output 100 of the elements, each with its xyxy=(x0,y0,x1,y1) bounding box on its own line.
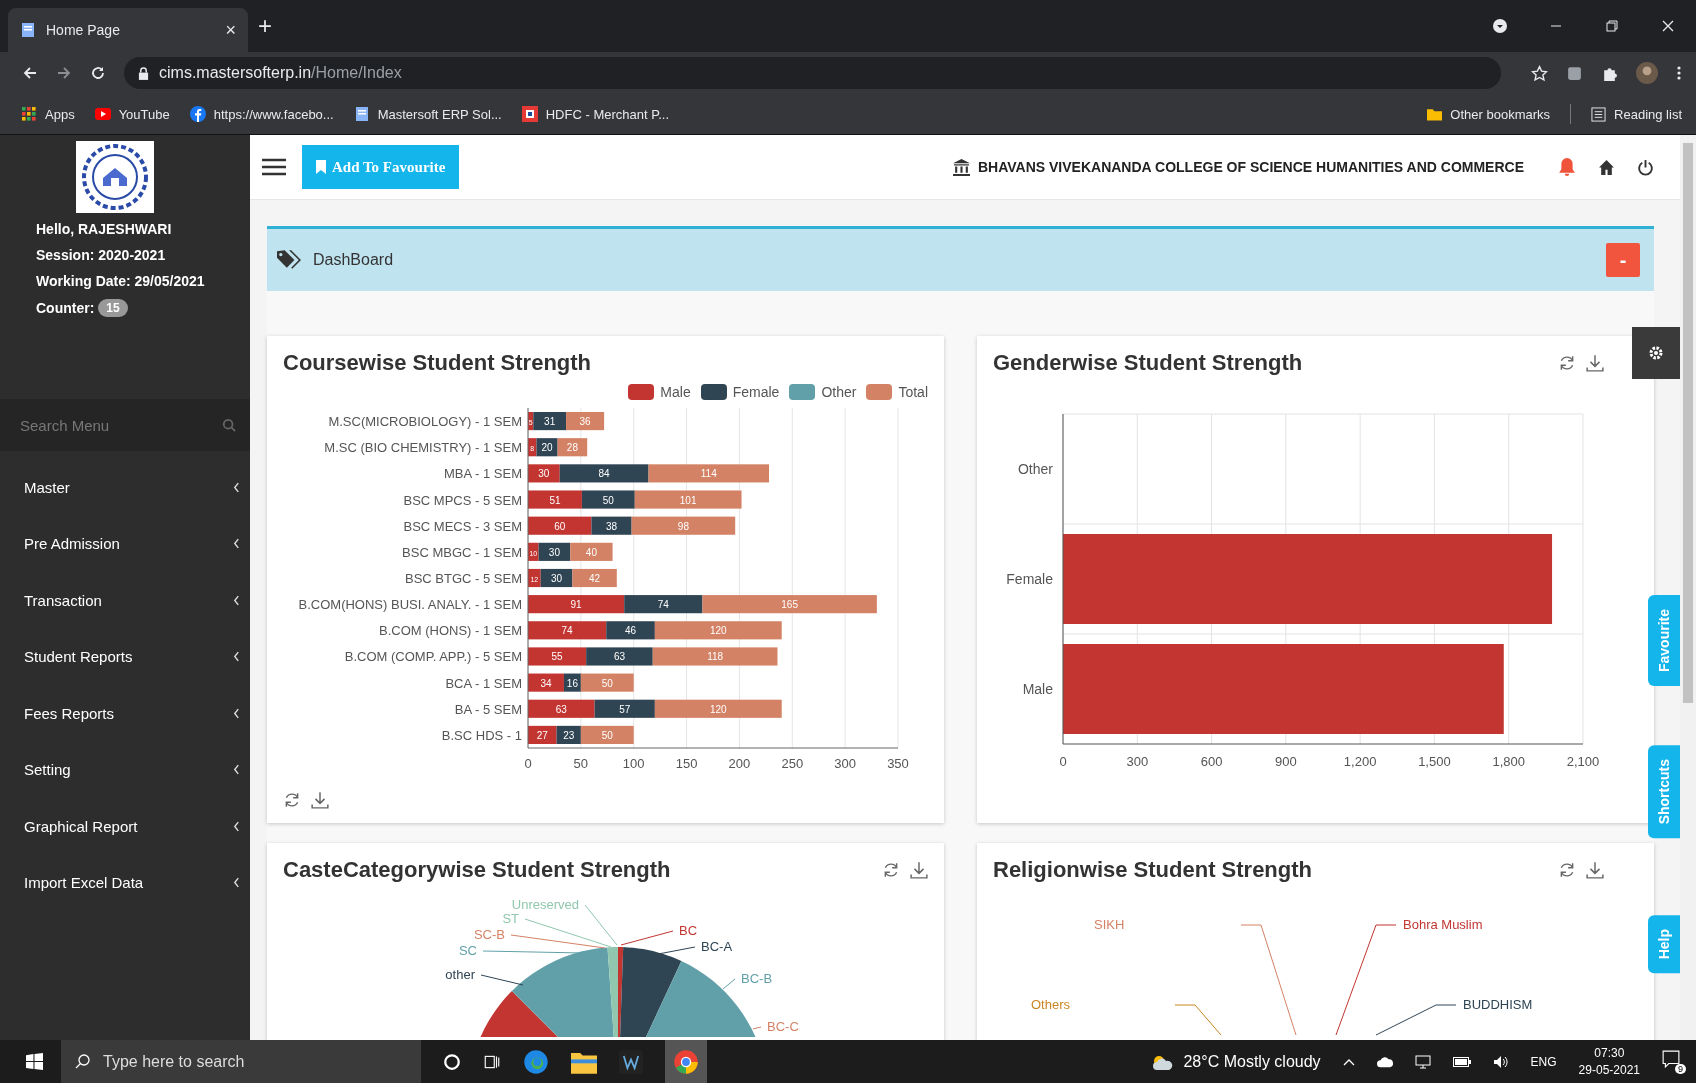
other-bookmarks-button[interactable]: Other bookmarks xyxy=(1427,106,1551,122)
menu-item[interactable]: Import Excel Data xyxy=(0,854,250,911)
legend-label[interactable]: Male xyxy=(660,384,691,400)
weather-cloud-icon[interactable] xyxy=(1151,1053,1174,1070)
legend-swatch[interactable] xyxy=(866,384,893,400)
edge-browser-icon[interactable] xyxy=(523,1048,549,1075)
legend-label[interactable]: Total xyxy=(898,384,928,400)
chart-title: Genderwise Student Strength xyxy=(993,350,1303,376)
category-label: B.SC HDS - 1 xyxy=(441,727,522,743)
reading-list-icon xyxy=(1591,106,1607,122)
windows-logo-icon[interactable] xyxy=(26,1053,43,1070)
power-icon[interactable] xyxy=(1637,158,1654,176)
taskbar-search-field[interactable]: Type here to search xyxy=(61,1040,421,1083)
extension-icon[interactable] xyxy=(1566,64,1583,82)
browser-tab[interactable]: Home Page × xyxy=(8,8,248,52)
tick-label: 900 xyxy=(1275,754,1297,769)
address-bar[interactable]: cims.mastersofterp.in/Home/Index xyxy=(124,57,1501,89)
tick-label: 300 xyxy=(1126,754,1149,769)
bookmark[interactable]: YouTube xyxy=(94,106,170,122)
legend-swatch[interactable] xyxy=(789,384,816,400)
refresh-icon[interactable] xyxy=(1558,861,1576,879)
refresh-icon[interactable] xyxy=(283,791,301,809)
bar-value-label: 27 xyxy=(536,729,548,741)
download-icon[interactable] xyxy=(311,791,329,809)
slice-label: ST xyxy=(502,911,519,926)
url-host: cims.mastersofterp.in xyxy=(159,64,312,81)
new-tab-button[interactable]: + xyxy=(258,12,272,40)
more-menu-icon[interactable] xyxy=(1676,65,1682,81)
battery-icon[interactable] xyxy=(1452,1056,1471,1067)
bar-value-label: 120 xyxy=(709,703,727,715)
cortana-circle-icon[interactable] xyxy=(443,1052,461,1071)
menu-item[interactable]: Transaction xyxy=(0,572,250,629)
back-icon[interactable] xyxy=(22,65,38,81)
tick-label: 350 xyxy=(887,756,909,771)
profile-dropdown-icon[interactable] xyxy=(1492,18,1508,34)
download-icon[interactable] xyxy=(1586,354,1604,372)
menu-item[interactable]: Master xyxy=(0,459,250,516)
legend-swatch[interactable] xyxy=(628,384,655,400)
bar-value-label: 101 xyxy=(679,494,697,506)
play-icon xyxy=(94,108,111,120)
document-icon xyxy=(20,22,36,38)
search-icon xyxy=(75,1053,91,1069)
tags-icon xyxy=(277,250,301,270)
legend-label[interactable]: Female xyxy=(732,384,780,400)
slice-label: SC xyxy=(458,943,477,958)
legend-label[interactable]: Other xyxy=(821,384,857,400)
slice-label: BC-C xyxy=(767,1019,799,1034)
bookmark[interactable]: HDFC - Merchant P... xyxy=(521,106,669,122)
tick-label: 250 xyxy=(781,756,804,771)
weather-label[interactable]: 28°C Mostly cloudy xyxy=(1183,1052,1321,1071)
institution-icon xyxy=(952,158,970,176)
menu-search-field[interactable]: Search Menu xyxy=(0,399,250,451)
menu-item[interactable]: Student Reports xyxy=(0,628,250,685)
slice-label: SIKH xyxy=(1094,917,1125,932)
slice-label: BC-A xyxy=(701,939,733,954)
menu-item[interactable]: Pre Admission xyxy=(0,515,250,572)
leader-line xyxy=(722,978,736,990)
reading-list-button[interactable]: Reading list xyxy=(1591,106,1682,122)
forward-icon[interactable] xyxy=(56,65,72,81)
restore-icon[interactable] xyxy=(1604,18,1620,34)
bar-segment xyxy=(528,699,595,718)
chevron-up-icon[interactable] xyxy=(1342,1057,1355,1066)
bar-value-label: 165 xyxy=(781,599,798,611)
download-icon[interactable] xyxy=(910,861,928,879)
download-icon[interactable] xyxy=(1586,861,1604,879)
avatar-icon[interactable] xyxy=(1636,62,1658,84)
language-indicator[interactable]: ENG xyxy=(1530,1054,1557,1069)
bell-icon[interactable] xyxy=(1558,156,1576,178)
close-icon[interactable] xyxy=(1660,18,1676,34)
settings-button[interactable] xyxy=(1632,327,1680,379)
menu-item[interactable]: Fees Reports xyxy=(0,685,250,742)
category-label: Female xyxy=(1006,571,1053,587)
menu-item[interactable]: Graphical Report xyxy=(0,798,250,855)
clock[interactable]: 07:30 29-05-2021 xyxy=(1578,1044,1640,1079)
legend-swatch[interactable] xyxy=(700,384,727,400)
tick-label: 0 xyxy=(524,756,532,771)
speaker-icon[interactable] xyxy=(1492,1054,1509,1069)
bar-value-label: 30 xyxy=(538,468,550,480)
monitor-icon[interactable] xyxy=(1414,1054,1431,1069)
home-icon[interactable] xyxy=(1598,158,1615,176)
chrome-browser-icon[interactable] xyxy=(673,1048,699,1075)
cloud-icon[interactable] xyxy=(1376,1055,1393,1068)
menu-icon[interactable] xyxy=(262,157,286,177)
menu-item[interactable]: Setting xyxy=(0,741,250,798)
bar-value-label: 23 xyxy=(563,729,575,741)
bookmark[interactable]: Apps xyxy=(22,106,75,122)
grid-icon xyxy=(22,106,37,122)
bookmark[interactable]: https://www.facebo... xyxy=(189,106,334,122)
refresh-icon[interactable] xyxy=(882,861,900,879)
refresh-icon[interactable] xyxy=(1558,354,1576,372)
slice-label: BUDDHISM xyxy=(1463,997,1533,1012)
star-icon[interactable] xyxy=(1531,64,1548,82)
bar-segment xyxy=(572,568,617,588)
reload-icon[interactable] xyxy=(90,65,106,81)
leader-line xyxy=(480,974,524,986)
close-tab-button[interactable]: × xyxy=(225,19,236,41)
bookmark[interactable]: Mastersoft ERP Sol... xyxy=(353,106,502,122)
app-icon[interactable] xyxy=(619,1049,643,1074)
category-label: BA - 5 SEM xyxy=(454,701,522,717)
bar-segment xyxy=(566,412,605,431)
